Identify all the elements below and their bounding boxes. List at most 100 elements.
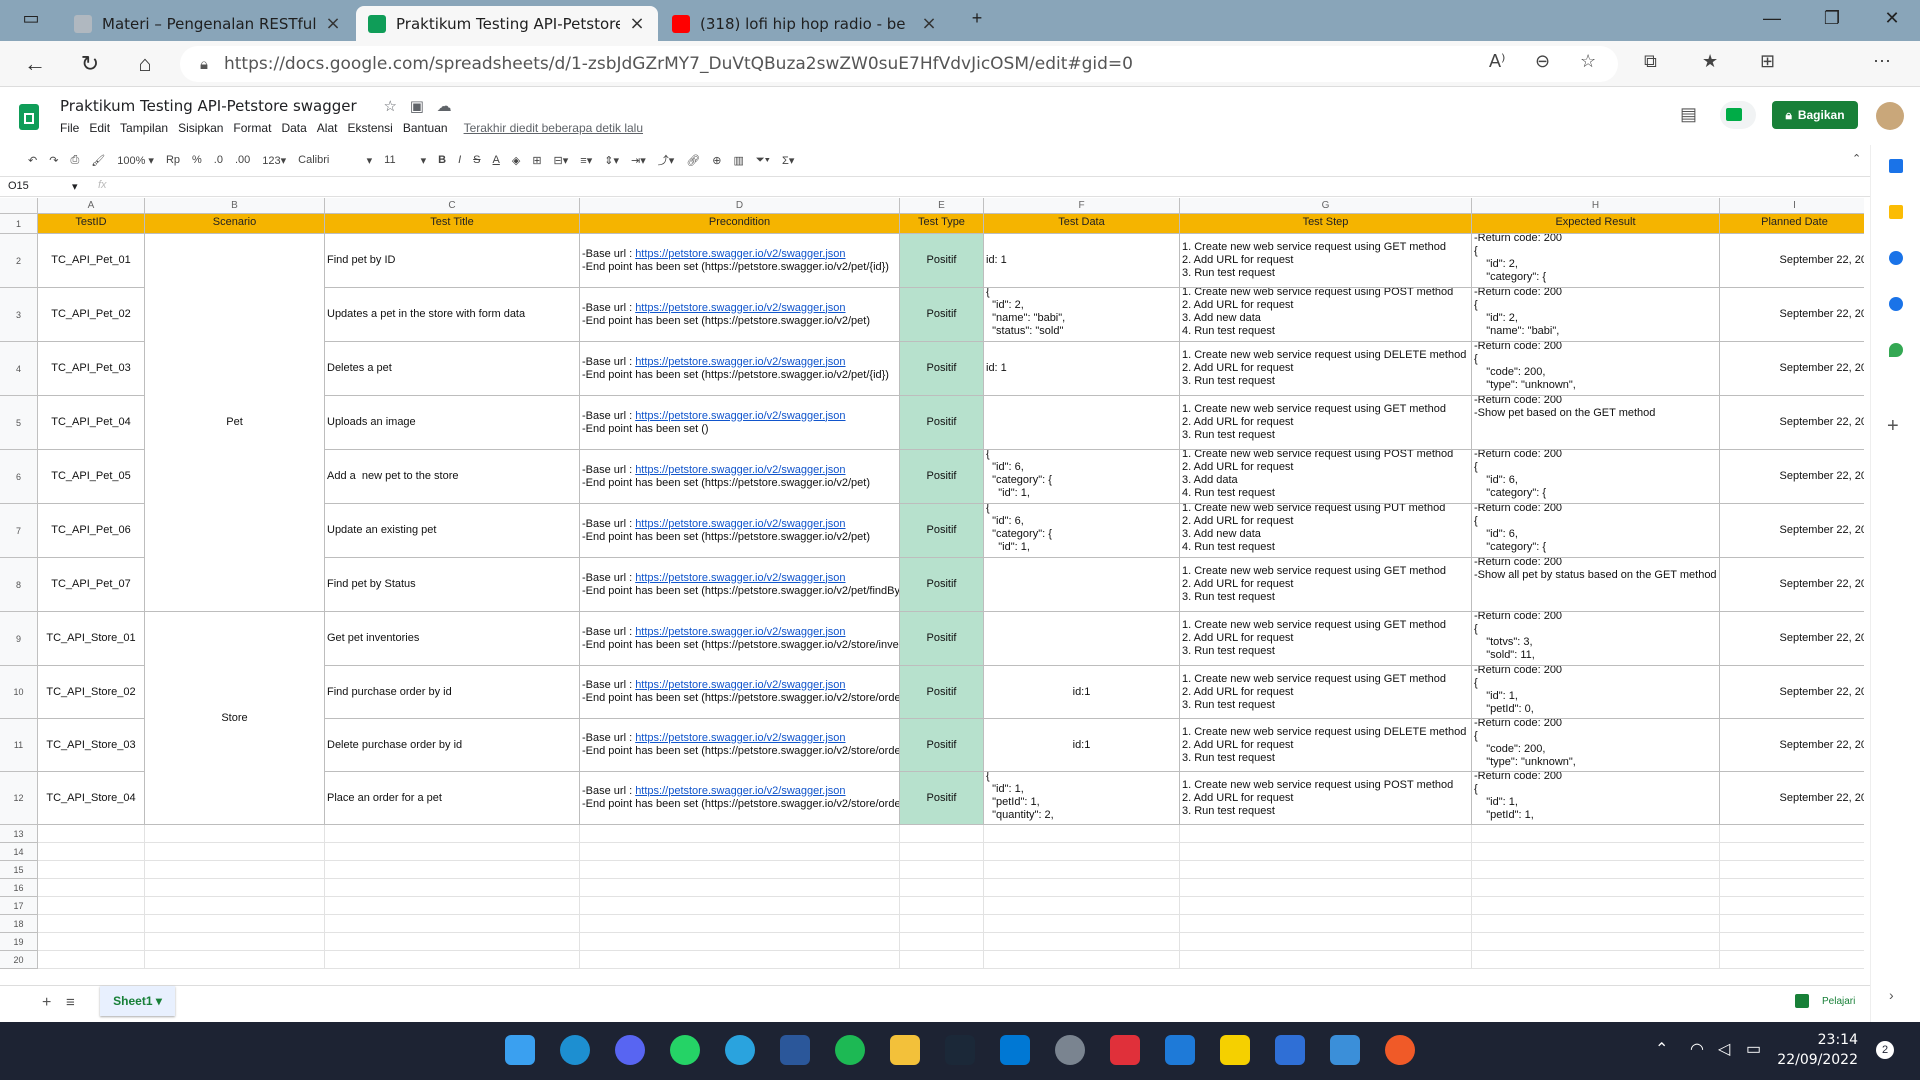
table-cell[interactable]: 1. Create new web service request using … [1180, 719, 1472, 772]
empty-cell[interactable] [984, 879, 1180, 897]
volume-icon[interactable]: ◁ [1718, 1039, 1730, 1059]
table-cell[interactable]: 1. Create new web service request using … [1180, 558, 1472, 612]
cloud-status-icon[interactable]: ☁ [437, 97, 452, 115]
table-cell[interactable]: TC_API_Pet_07 [38, 558, 145, 612]
empty-cell[interactable] [580, 897, 900, 915]
comment-icon[interactable]: ⊕ [712, 154, 721, 167]
precondition-cell[interactable]: -Base url : https://petstore.swagger.io/… [580, 772, 900, 825]
empty-cell[interactable] [325, 843, 580, 861]
share-button[interactable]: 🔒︎ Bagikan [1772, 101, 1858, 129]
print-icon[interactable]: ⎙ [70, 154, 79, 167]
favorite-star-icon[interactable]: ☆ [1580, 51, 1596, 72]
mail-icon[interactable] [1165, 1035, 1195, 1065]
zoom-select[interactable]: 100% ▾ [117, 154, 154, 167]
table-cell[interactable]: Find pet by Status [325, 558, 580, 612]
table-cell[interactable]: Positif [900, 772, 984, 825]
calendar-app-icon[interactable] [1275, 1035, 1305, 1065]
table-cell[interactable]: TC_API_Pet_01 [38, 234, 145, 288]
empty-cell[interactable] [1472, 861, 1720, 879]
format-select[interactable]: 123▾ [262, 154, 286, 167]
minimize-button[interactable]: — [1757, 8, 1787, 29]
telegram-icon[interactable] [725, 1035, 755, 1065]
refresh-icon[interactable]: ↻ [75, 51, 105, 77]
precondition-cell[interactable]: -Base url : https://petstore.swagger.io/… [580, 666, 900, 719]
empty-cell[interactable] [1472, 825, 1720, 843]
empty-cell[interactable] [1720, 897, 1864, 915]
maps-icon[interactable] [1889, 343, 1903, 357]
menu-file[interactable]: File [60, 121, 79, 135]
table-cell[interactable]: { "id": 1, "petId": 1, "quantity": 2, [984, 772, 1180, 825]
menu-tampilan[interactable]: Tampilan [120, 121, 168, 135]
table-cell[interactable]: 1. Create new web service request using … [1180, 288, 1472, 342]
empty-cell[interactable] [325, 951, 580, 969]
table-cell[interactable]: September 22, 20 [1720, 450, 1864, 504]
empty-cell[interactable] [1472, 897, 1720, 915]
photos-icon[interactable] [1330, 1035, 1360, 1065]
precondition-cell[interactable]: -Base url : https://petstore.swagger.io/… [580, 342, 900, 396]
column-header-f[interactable]: F [984, 198, 1180, 214]
decrease-decimal-button[interactable]: .0 [214, 154, 223, 166]
empty-cell[interactable] [900, 951, 984, 969]
table-cell[interactable]: TC_API_Pet_02 [38, 288, 145, 342]
menu-sisipkan[interactable]: Sisipkan [178, 121, 223, 135]
name-box[interactable]: O15 [8, 180, 29, 192]
header-cell[interactable]: Planned Date [1720, 214, 1864, 234]
contacts-icon[interactable] [1889, 297, 1903, 311]
table-cell[interactable]: -Return code: 200 { "code": 200, "type":… [1472, 719, 1720, 772]
table-cell[interactable]: Positif [900, 342, 984, 396]
table-cell[interactable]: Positif [900, 450, 984, 504]
table-cell[interactable]: 1. Create new web service request using … [1180, 772, 1472, 825]
empty-cell[interactable] [38, 879, 145, 897]
empty-cell[interactable] [1720, 933, 1864, 951]
header-cell[interactable]: Test Step [1180, 214, 1472, 234]
base-url-link[interactable]: https://petstore.swagger.io/v2/swagger.j… [635, 572, 845, 584]
row-header[interactable]: 19 [0, 933, 38, 951]
table-cell[interactable]: TC_API_Pet_04 [38, 396, 145, 450]
close-tab-icon[interactable]: × [324, 13, 342, 34]
table-cell[interactable]: 1. Create new web service request using … [1180, 504, 1472, 558]
currency-button[interactable]: Rp [166, 154, 180, 166]
table-cell[interactable]: Updates a pet in the store with form dat… [325, 288, 580, 342]
empty-cell[interactable] [1180, 843, 1472, 861]
row-header[interactable]: 3 [0, 288, 38, 342]
row-header[interactable]: 8 [0, 558, 38, 612]
steam-icon[interactable] [945, 1035, 975, 1065]
table-cell[interactable]: 1. Create new web service request using … [1180, 396, 1472, 450]
table-cell[interactable]: Positif [900, 612, 984, 666]
table-cell[interactable]: -Return code: 200 { "id": 1, "petId": 1, [1472, 772, 1720, 825]
table-cell[interactable]: 1. Create new web service request using … [1180, 234, 1472, 288]
menu-data[interactable]: Data [281, 121, 306, 135]
vscode-icon[interactable] [1000, 1035, 1030, 1065]
table-cell[interactable]: September 22, 20 [1720, 719, 1864, 772]
file-explorer-icon[interactable] [890, 1035, 920, 1065]
system-clock[interactable]: 23:14 22/09/2022 [1777, 1030, 1858, 1070]
precondition-cell[interactable]: -Base url : https://petstore.swagger.io/… [580, 450, 900, 504]
align-horizontal-icon[interactable]: ≡▾ [580, 154, 592, 167]
scenario-cell-store[interactable]: Store [145, 612, 325, 825]
table-cell[interactable]: September 22, 20 [1720, 504, 1864, 558]
menu-ekstensi[interactable]: Ekstensi [347, 121, 392, 135]
postman-icon[interactable] [1385, 1035, 1415, 1065]
empty-cell[interactable] [984, 825, 1180, 843]
zoom-icon[interactable]: ⊖ [1535, 51, 1550, 72]
empty-cell[interactable] [325, 825, 580, 843]
bold-icon[interactable]: B [438, 154, 446, 166]
empty-cell[interactable] [145, 933, 325, 951]
empty-cell[interactable] [1472, 843, 1720, 861]
mendeley-icon[interactable] [1110, 1035, 1140, 1065]
row-header[interactable]: 18 [0, 915, 38, 933]
empty-cell[interactable] [900, 897, 984, 915]
column-header-b[interactable]: B [145, 198, 325, 214]
empty-cell[interactable] [1180, 825, 1472, 843]
whatsapp-icon[interactable] [670, 1035, 700, 1065]
empty-cell[interactable] [1180, 861, 1472, 879]
empty-cell[interactable] [984, 915, 1180, 933]
start-icon[interactable] [505, 1035, 535, 1065]
table-cell[interactable]: -Return code: 200 { "id": 2, "category":… [1472, 234, 1720, 288]
empty-cell[interactable] [900, 825, 984, 843]
empty-cell[interactable] [1720, 843, 1864, 861]
table-cell[interactable]: -Return code: 200 -Show all pet by statu… [1472, 558, 1720, 612]
row-header[interactable]: 13 [0, 825, 38, 843]
keep-icon[interactable] [1889, 205, 1903, 219]
close-window-button[interactable]: ✕ [1877, 8, 1907, 29]
